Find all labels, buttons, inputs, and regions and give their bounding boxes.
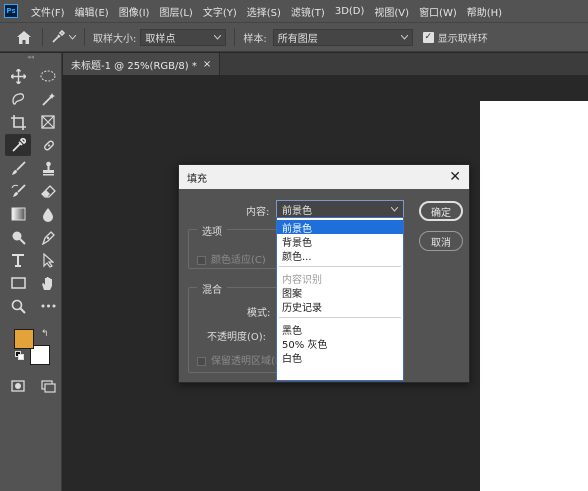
- default-colors-icon[interactable]: [15, 351, 24, 360]
- dodge-tool-icon[interactable]: [5, 226, 31, 248]
- dropdown-divider: [279, 266, 401, 267]
- eyedropper-tool-icon[interactable]: [5, 134, 31, 156]
- option-background-color[interactable]: 背景色: [277, 234, 403, 249]
- elliptical-marquee-icon[interactable]: [35, 65, 61, 87]
- zoom-tool-icon[interactable]: [5, 295, 31, 317]
- lasso-tool-icon[interactable]: [5, 88, 31, 110]
- menu-filter[interactable]: 滤镜(T): [286, 4, 330, 19]
- path-selection-icon[interactable]: [35, 249, 61, 271]
- swap-colors-icon[interactable]: ↰: [41, 329, 49, 339]
- move-tool-icon[interactable]: [5, 65, 31, 87]
- options-divider: [84, 28, 85, 46]
- menu-help[interactable]: 帮助(H): [462, 4, 507, 19]
- sample-label: 样本:: [243, 33, 267, 45]
- color-swatches: ↰: [14, 329, 54, 369]
- option-black[interactable]: 黑色: [277, 322, 403, 337]
- dialog-title-bar: 填充 ✕: [179, 165, 469, 189]
- menu-view[interactable]: 视图(V): [369, 4, 414, 19]
- rectangle-tool-icon[interactable]: [5, 272, 31, 294]
- option-gray-50[interactable]: 50% 灰色: [277, 336, 403, 351]
- preserve-transparency-checkbox: [197, 356, 206, 366]
- content-select-value: 前景色: [282, 205, 312, 217]
- chevron-down-icon: [69, 34, 76, 40]
- menu-edit[interactable]: 编辑(E): [70, 4, 114, 19]
- menu-type[interactable]: 文字(Y): [198, 4, 242, 19]
- mode-label: 模式:: [247, 308, 271, 319]
- healing-brush-icon[interactable]: [35, 134, 61, 156]
- menu-select[interactable]: 选择(S): [242, 4, 286, 19]
- close-tab-icon[interactable]: ×: [203, 59, 211, 70]
- crop-tool-icon[interactable]: [5, 111, 31, 133]
- type-tool-icon[interactable]: [5, 249, 31, 271]
- history-brush-icon[interactable]: [5, 180, 31, 202]
- option-history[interactable]: 历史记录: [277, 299, 403, 314]
- document-tab[interactable]: 未标题-1 @ 25%(RGB/8) * ×: [63, 53, 221, 75]
- document-tab-bar: 未标题-1 @ 25%(RGB/8) * ×: [63, 53, 588, 75]
- sample-layers-select[interactable]: 所有图层: [272, 28, 413, 46]
- color-adapt-checkbox: [197, 255, 206, 265]
- sample-size-select[interactable]: 取样点: [140, 28, 227, 46]
- content-select[interactable]: 前景色: [276, 200, 404, 218]
- panel-collapse-icon[interactable]: ◂◂: [0, 53, 61, 61]
- option-color[interactable]: 颜色...: [277, 248, 403, 263]
- options-group: 选项 颜色适应(C): [188, 223, 284, 269]
- chevron-down-icon: [400, 34, 408, 40]
- sample-size-label: 取样大小:: [93, 33, 137, 45]
- eraser-tool-icon[interactable]: [35, 180, 61, 202]
- tools-panel: ◂◂ ↰: [0, 53, 62, 491]
- menu-bar: Ps 文件(F) 编辑(E) 图像(I) 图层(L) 文字(Y) 选择(S) 滤…: [0, 0, 588, 22]
- content-label: 内容:: [246, 207, 270, 218]
- blur-tool-icon[interactable]: [35, 203, 61, 225]
- pen-tool-icon[interactable]: [35, 226, 61, 248]
- dialog-title: 填充: [187, 173, 207, 185]
- gradient-tool-icon[interactable]: [5, 203, 31, 225]
- options-divider: [42, 28, 43, 46]
- menu-file[interactable]: 文件(F): [26, 4, 70, 19]
- eyedropper-preset-icon: [52, 30, 65, 43]
- chevron-down-icon: [391, 206, 398, 212]
- cancel-button[interactable]: 取消: [419, 231, 463, 251]
- foreground-color-swatch[interactable]: [14, 329, 34, 349]
- show-ring-label: 显示取样环: [437, 33, 488, 45]
- option-white[interactable]: 白色: [277, 350, 403, 365]
- ok-button[interactable]: 确定: [419, 201, 463, 221]
- option-foreground-color[interactable]: 前景色: [277, 220, 403, 235]
- dropdown-divider: [279, 317, 401, 318]
- show-ring-checkbox[interactable]: ✓: [422, 31, 434, 43]
- color-adapt-option: 颜色适应(C): [197, 251, 283, 266]
- content-dropdown-list: 前景色 背景色 颜色... 内容识别 图案 历史记录 黑色 50% 灰色 白色: [276, 217, 404, 381]
- preserve-transparency-label: 保留透明区域(P): [211, 356, 285, 367]
- color-adapt-label: 颜色适应(C): [211, 255, 266, 266]
- document-tab-title: 未标题-1 @ 25%(RGB/8) *: [71, 60, 197, 72]
- menu-image[interactable]: 图像(I): [114, 4, 155, 19]
- checkmark-icon: ✓: [424, 31, 433, 42]
- sample-size-value: 取样点: [145, 33, 176, 45]
- frame-tool-icon[interactable]: [35, 111, 61, 133]
- opacity-label: 不透明度(O):: [207, 332, 267, 343]
- hand-tool-icon[interactable]: [35, 272, 61, 294]
- quick-mask-icon[interactable]: [5, 375, 31, 397]
- screen-mode-icon[interactable]: [35, 375, 61, 397]
- tool-preset-picker[interactable]: [51, 30, 76, 44]
- sample-layers-value: 所有图层: [277, 33, 318, 45]
- menu-layer[interactable]: 图层(L): [154, 4, 197, 19]
- home-icon[interactable]: [14, 27, 34, 47]
- option-pattern[interactable]: 图案: [277, 285, 403, 300]
- options-group-title: 选项: [197, 223, 227, 238]
- blending-group-title: 混合: [197, 281, 227, 296]
- document-canvas[interactable]: [480, 101, 588, 491]
- menu-3d[interactable]: 3D(D): [330, 6, 370, 17]
- photoshop-logo-icon: Ps: [4, 4, 18, 18]
- options-divider: [234, 28, 236, 46]
- close-icon[interactable]: ✕: [449, 170, 461, 184]
- more-tools-icon[interactable]: [35, 295, 61, 317]
- options-bar: 取样大小: 取样点 样本: 所有图层 ✓ 显示取样环: [0, 22, 588, 52]
- chevron-down-icon: [214, 34, 222, 40]
- option-content-aware: 内容识别: [282, 274, 322, 286]
- clone-stamp-icon[interactable]: [35, 157, 61, 179]
- menu-window[interactable]: 窗口(W): [414, 4, 462, 19]
- brush-tool-icon[interactable]: [5, 157, 31, 179]
- magic-wand-icon[interactable]: [35, 88, 61, 110]
